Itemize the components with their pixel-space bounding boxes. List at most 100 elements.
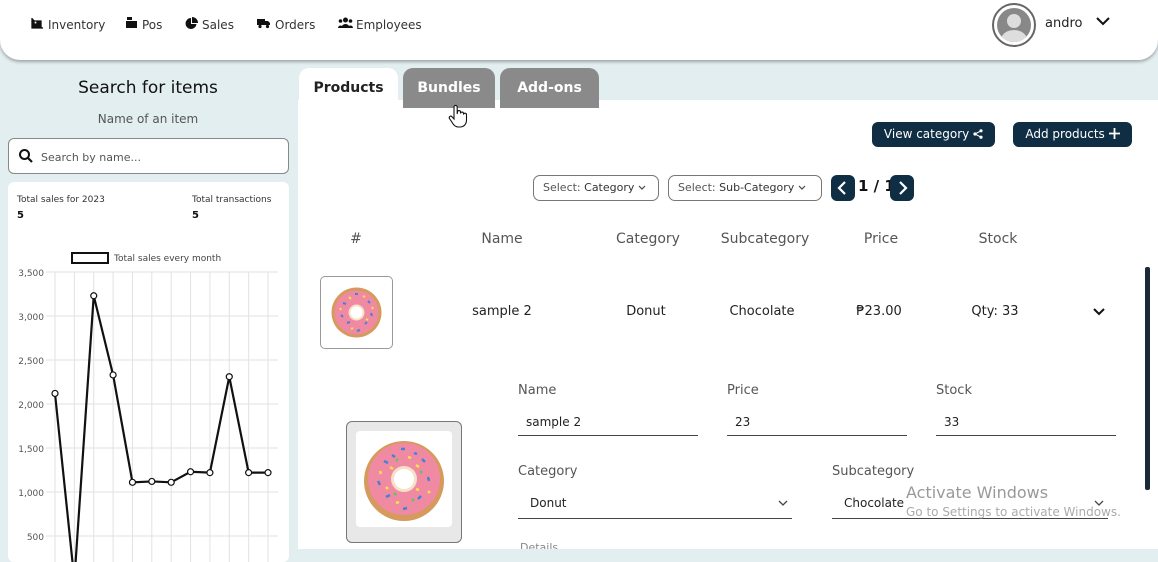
category-select-prefix: Select: [543,181,581,194]
nav-employees-label: Employees [356,17,422,32]
cell-subcategory: Chocolate [729,304,795,319]
subcategory-field-value: Chocolate [844,496,905,510]
search-title: Search for items [78,78,218,98]
expand-row-chevron-icon[interactable] [1091,305,1107,319]
cash-register-icon [124,17,138,32]
pie-chart-icon [184,17,198,33]
cell-category: Donut [626,304,666,319]
chevron-left-icon [837,181,846,195]
chevron-down-icon[interactable] [1094,12,1112,30]
category-select[interactable]: Select: Category [533,175,659,201]
nav-orders-label: Orders [275,17,316,32]
total-transactions-label: Total transactions [192,195,272,205]
legend-label: Total sales every month [113,254,221,264]
next-page-button[interactable] [890,175,914,201]
cell-name: sample 2 [472,304,532,319]
category-field-select[interactable]: Donut [518,493,792,519]
subcategory-field-label: Subcategory [832,464,915,479]
nav-pos[interactable]: Pos [124,17,162,32]
data-point [148,477,156,486]
product-thumbnail [320,276,393,349]
data-point [167,478,175,486]
total-sales-value: 5 [17,210,24,221]
chevron-down-icon [798,185,806,190]
add-products-button[interactable]: Add products [1013,122,1132,147]
data-point [90,292,98,300]
chevron-down-icon [638,185,646,190]
name-field-label: Name [518,383,557,398]
view-category-label: View category [883,127,970,141]
prev-page-button[interactable] [831,175,855,201]
nav-employees[interactable]: Employees [338,17,422,32]
tab-products[interactable]: Products [299,68,398,108]
data-point [128,478,137,486]
view-category-button[interactable]: View category [872,122,995,147]
donut-image [364,441,444,521]
search-subtitle: Name of an item [97,112,199,126]
name-field[interactable]: sample 2 [518,412,698,436]
search-input[interactable] [41,147,281,167]
column-header-price: Price [863,231,899,247]
windows-activation-watermark-subtitle: Go to Settings to activate Windows. [906,505,1121,519]
data-point [51,389,59,398]
warehouse-icon [30,17,44,32]
left-panel: Search for items Name of an item Total s… [0,62,298,562]
plus-icon [1108,128,1120,139]
data-point [186,468,195,476]
price-field-label: Price [727,383,759,398]
y-tick-label: 1,500 [18,445,44,455]
category-field-value: Donut [530,496,567,510]
category-field-label: Category [518,464,578,479]
nav-orders[interactable]: Orders [257,17,315,32]
y-tick-label: 2,000 [18,401,44,411]
product-image-preview[interactable] [346,421,462,543]
hand-cursor-icon [448,104,468,128]
nav-pos-label: Pos [142,17,163,32]
column-header-category: Category [616,231,680,247]
username: andro [1045,16,1083,31]
category-select-value: Category [584,181,635,194]
column-header-name: Name [481,231,523,247]
y-tick-label: 2,500 [18,357,44,367]
share-icon [973,129,983,139]
chevron-down-icon [778,500,788,506]
y-tick-label: 500 [27,533,44,543]
users-icon [338,17,353,32]
total-sales-label: Total sales for 2023 [17,195,105,205]
data-point [264,469,272,477]
column-header-subcategory: Subcategory [720,231,810,247]
y-tick-label: 1,000 [18,489,44,499]
price-field[interactable]: 23 [727,412,907,436]
column-header-stock: Stock [978,231,1018,247]
sales-chart-card: Total sales for 2023 5 Total transaction… [8,182,289,562]
sales-series-line [53,295,268,562]
scrollbar[interactable] [1145,267,1150,490]
details-field-label: Details [520,541,559,549]
column-header-number: # [350,231,362,247]
nav-inventory-label: Inventory [48,17,106,32]
add-products-label: Add products [1025,127,1105,141]
chevron-right-icon [899,181,908,195]
data-point [245,469,253,477]
avatar[interactable] [992,3,1036,47]
stock-field-label: Stock [936,383,972,398]
search-icon [19,149,33,163]
data-point [109,371,117,379]
nav-sales-label: Sales [202,18,234,32]
cell-stock: Qty: 33 [971,304,1019,319]
truck-icon [257,17,271,32]
nav-inventory[interactable]: Inventory [30,17,105,32]
donut-image [331,287,382,338]
tab-bundles[interactable]: Bundles [403,68,495,108]
data-point [225,373,233,381]
subcategory-select[interactable]: Select: Sub-Category [668,175,822,201]
tab-addons[interactable]: Add-ons [500,68,599,108]
y-tick-label: 3,500 [18,269,44,279]
subcategory-select-prefix: Select: [678,181,716,194]
subcategory-select-value: Sub-Category [719,181,795,194]
stock-field[interactable]: 33 [936,412,1116,436]
y-tick-label: 3,000 [18,313,44,323]
data-point [206,469,214,477]
sales-line-chart: 3,500 3,000 2,500 2,000 1,500 1,000 500 Total s… [18,252,278,562]
nav-sales[interactable]: Sales [184,17,234,33]
